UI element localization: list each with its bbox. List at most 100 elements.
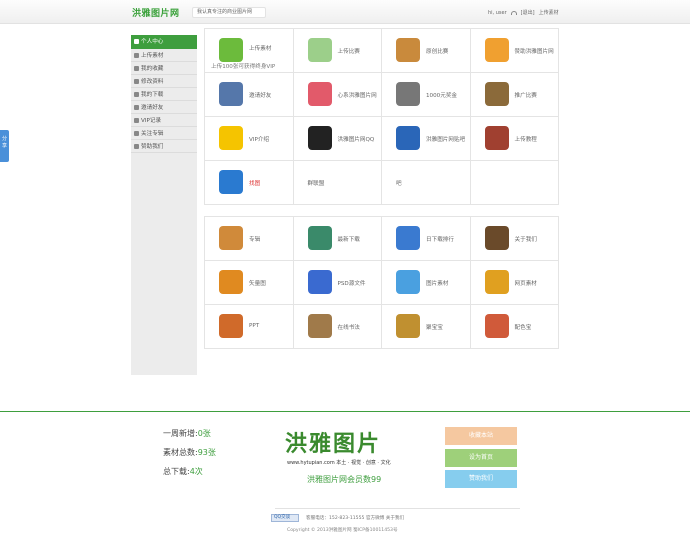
sidebar-item-icon	[134, 92, 139, 97]
grid-cell[interactable]: 邀请好友	[205, 73, 294, 117]
sidebar-item[interactable]: 修改资料	[131, 76, 197, 88]
sidebar-item-icon	[134, 131, 139, 136]
grid-cell[interactable]: 心系洪雅图片网	[293, 73, 382, 117]
grid-cell[interactable]: 原创比赛	[382, 29, 471, 73]
grid-cell-label: 原创比赛	[426, 49, 449, 55]
grid-cell[interactable]: 上传素材 上传100张可获得终身VIP	[205, 29, 294, 73]
grid-cell-label: 上传比赛	[337, 49, 360, 55]
upload-link[interactable]: 上传素材	[539, 9, 559, 16]
grid-cell[interactable]: 1000元奖金	[382, 73, 471, 117]
grid-cell-label: PSD源文件	[337, 281, 366, 287]
sidebar-item[interactable]: 邀请好友	[131, 102, 197, 114]
sidebar-item[interactable]: 赞助我们	[131, 141, 197, 153]
grid-cell[interactable]: 上传比赛	[293, 29, 382, 73]
grid-cell[interactable]: 配色宝	[470, 305, 559, 349]
sidebar-item[interactable]: 上传素材	[131, 50, 197, 62]
sidebar: 个人中心上传素材我的收藏修改资料我的下载邀请好友 VIP记录关注专辑赞助我们	[131, 35, 197, 375]
grid-cell[interactable]: 推广比赛	[470, 73, 559, 117]
bar-chart-icon	[396, 226, 420, 250]
grid-cell[interactable]: 日下载排行	[382, 217, 471, 261]
grid-cell	[470, 161, 559, 205]
grid-cell[interactable]: PSD源文件	[293, 261, 382, 305]
grid-cell[interactable]: 关于我们	[470, 217, 559, 261]
upload-arrow-icon	[219, 38, 243, 62]
grid-cell[interactable]: 洪雅图片网QQ	[293, 117, 382, 161]
sidebar-item[interactable]: 个人中心	[131, 35, 197, 49]
chat-users-icon	[219, 82, 243, 106]
sidebar-item[interactable]: 关注专辑	[131, 128, 197, 140]
stat-week: 一周新增:0张	[163, 429, 211, 438]
download-clock-icon	[307, 226, 332, 250]
grid-cell-label: VIP介绍	[249, 137, 270, 143]
bottom-divider	[275, 508, 520, 509]
sidebar-item-label: 个人中心	[141, 39, 164, 45]
grid-cell[interactable]: VIP介绍	[205, 117, 294, 161]
books-icon	[484, 126, 509, 150]
banner-title: 洪雅图片	[285, 431, 382, 457]
stat-download: 总下载:4次	[163, 467, 203, 476]
money-bag-icon	[484, 38, 509, 62]
grid-cell[interactable]: 上传教程	[470, 117, 559, 161]
sidebar-item[interactable]: VIP记录	[131, 115, 197, 127]
sidebar-item[interactable]: 我的收藏	[131, 63, 197, 75]
color-palette-icon	[484, 314, 509, 338]
grid-cell[interactable]: 吧	[382, 161, 471, 205]
qq-chat-button[interactable]: QQ交谈	[271, 514, 299, 522]
grid-cell[interactable]: 专辑	[205, 217, 294, 261]
top-bar: 洪雅图片网 我认真专注的商业图片网 hi, user [退出] 上传素材	[0, 0, 690, 24]
grid-cell[interactable]: 赞助洪雅图片网	[470, 29, 559, 73]
globe-folder-icon	[484, 270, 509, 294]
user-bar: hi, user [退出] 上传素材	[488, 9, 559, 17]
sidebar-item-label: 邀请好友	[141, 105, 164, 111]
footer-divider	[0, 411, 690, 412]
people-icon	[484, 226, 509, 250]
grid-cell[interactable]: PPT	[205, 305, 294, 349]
grid-cell[interactable]: 最新下载	[293, 217, 382, 261]
grid-cell[interactable]: 网页素材	[470, 261, 559, 305]
heart-icon	[307, 82, 332, 106]
grid-cell[interactable]: 找图	[205, 161, 294, 205]
palette-icon	[396, 38, 420, 62]
sponsor-button[interactable]: 赞助我们	[445, 470, 517, 488]
house-icon	[307, 38, 332, 62]
grid-cell[interactable]: 在线书法	[293, 305, 382, 349]
member-count: 洪雅图片网会员数99	[307, 475, 382, 484]
grid-cell-label: 赞助洪雅图片网	[514, 49, 554, 55]
grid-cell[interactable]: 洪雅图片网贴吧	[382, 117, 471, 161]
grid-cell-label: 洪雅图片网QQ	[337, 137, 375, 143]
favorite-site-button[interactable]: 收藏本站	[445, 427, 517, 445]
tieba-icon	[396, 126, 420, 150]
sidebar-item-icon	[134, 39, 139, 44]
vector-file-icon	[219, 270, 243, 294]
sidebar-item-label: 我的下载	[141, 92, 164, 98]
sidebar-item-label: 我的收藏	[141, 66, 164, 72]
sidebar-item-label: 关注专辑	[141, 131, 164, 137]
grid-cell-label: 心系洪雅图片网	[337, 93, 377, 99]
sidebar-item-label: VIP记录	[141, 118, 162, 124]
grid-cell-label: PPT	[249, 323, 260, 329]
slogan-box: 我认真专注的商业图片网	[192, 7, 266, 18]
stat-total: 素材总数:93张	[163, 448, 216, 457]
grid-cell[interactable]: 群联盟	[293, 161, 382, 205]
share-tab[interactable]: 分享	[0, 130, 9, 162]
grid-cell-label: 网页素材	[514, 281, 537, 287]
grid-cell-label: 洪雅图片网贴吧	[426, 137, 466, 143]
pk-icon	[396, 82, 420, 106]
sidebar-item-icon	[134, 66, 139, 71]
treasure-chest-icon	[396, 314, 420, 338]
grid-cell-label: 矢量图	[249, 281, 266, 287]
grid-cell[interactable]: 聚宝宝	[382, 305, 471, 349]
pen-paper-icon	[307, 314, 332, 338]
grid-cell[interactable]: 矢量图	[205, 261, 294, 305]
page: 洪雅图片网 我认真专注的商业图片网 hi, user [退出] 上传素材 分享 …	[0, 0, 690, 538]
search-icon	[219, 170, 243, 194]
logout-link[interactable]: [退出]	[521, 9, 535, 16]
grid-cell-label: 关于我们	[514, 237, 537, 243]
site-logo[interactable]: 洪雅图片网	[132, 6, 180, 19]
grid-cell-label: 日下载排行	[426, 237, 454, 243]
sidebar-item[interactable]: 我的下载	[131, 89, 197, 101]
sidebar-item-icon	[134, 53, 139, 58]
grid-cell[interactable]: 图片素材	[382, 261, 471, 305]
set-homepage-button[interactable]: 设为首页	[445, 449, 517, 467]
user-greeting[interactable]: hi, user	[488, 10, 507, 16]
